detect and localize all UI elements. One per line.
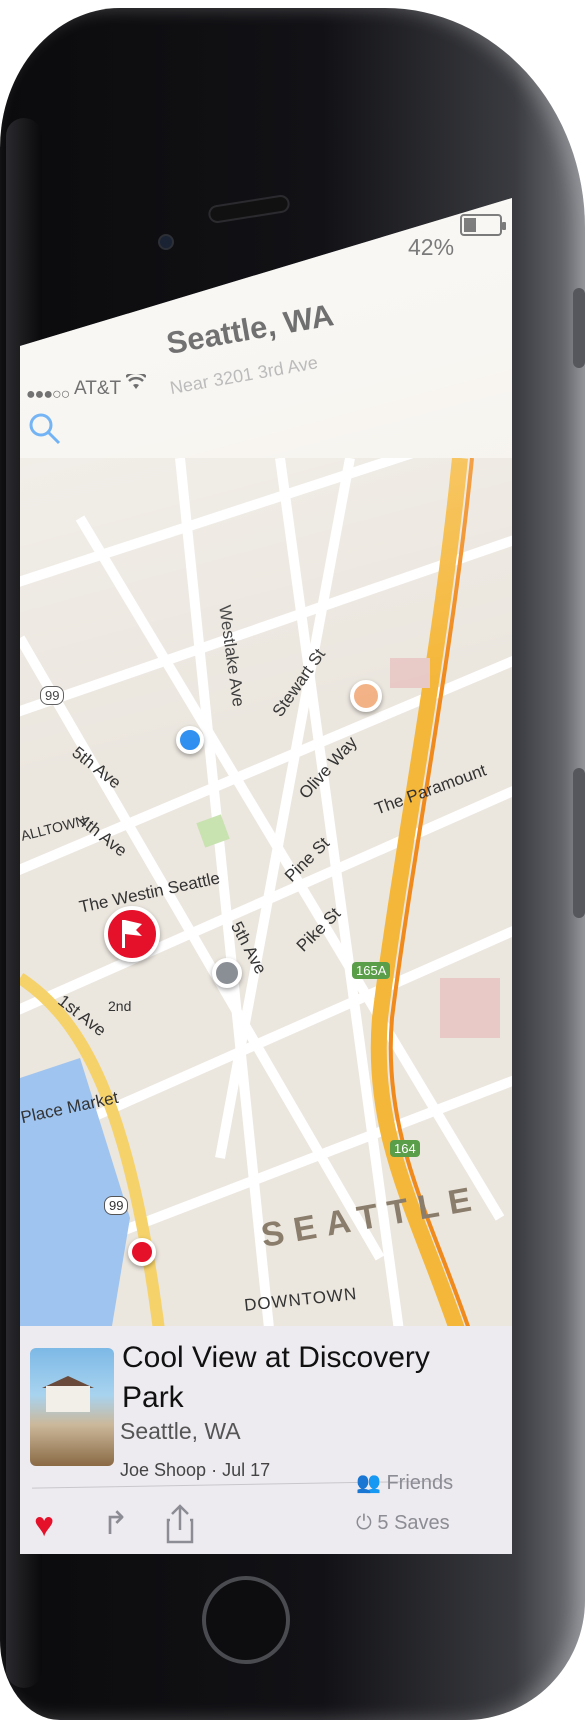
friends-label: Friends	[386, 1472, 454, 1494]
meta-separator: ·	[211, 1460, 218, 1480]
post-date: Jul 17	[222, 1460, 271, 1480]
place-title[interactable]: Cool View at Discovery Park	[122, 1338, 452, 1418]
selected-map-pin[interactable]	[104, 906, 160, 962]
map-pin-blue[interactable]	[176, 726, 204, 754]
earpiece-speaker	[207, 193, 291, 225]
share-button[interactable]	[166, 1504, 194, 1552]
friends-icon: 👥	[356, 1472, 381, 1494]
battery-percentage: 42%	[408, 234, 455, 260]
highway-shield: 99	[104, 1196, 129, 1215]
phone-screen: 42% ●●●○○ AT&T Seattle, WA Near 3201 3rd…	[20, 198, 512, 1554]
repost-button[interactable]: ↱	[102, 1504, 129, 1542]
place-card[interactable]: Cool View at Discovery Park Seattle, WA …	[20, 1326, 512, 1554]
front-camera	[158, 234, 174, 250]
repost-arrow-icon: ↱	[102, 1505, 129, 1541]
place-thumbnail[interactable]	[30, 1348, 114, 1466]
flag-icon	[122, 920, 142, 948]
place-meta: Joe Shoop · Jul 17	[120, 1460, 270, 1481]
friends-indicator[interactable]: 👥 Friends	[356, 1470, 453, 1495]
place-location: Seattle, WA	[120, 1418, 241, 1444]
search-icon	[29, 413, 61, 445]
highway-shield: 99	[40, 686, 65, 705]
saves-icon: ⏻	[356, 1512, 372, 1534]
power-button	[573, 768, 585, 918]
map-pin-red[interactable]	[128, 1238, 156, 1266]
heart-icon: ♥	[34, 1506, 55, 1544]
share-icon	[166, 1504, 194, 1544]
street-label: 2nd	[108, 998, 132, 1014]
wifi-icon	[125, 371, 147, 395]
highway-shield: 165A	[352, 962, 391, 979]
like-button[interactable]: ♥	[34, 1508, 54, 1542]
author-name[interactable]: Joe Shoop	[120, 1460, 206, 1480]
saves-count[interactable]: ⏻ 5 Saves	[356, 1512, 450, 1535]
saves-label: 5 Saves	[377, 1512, 450, 1534]
map-view[interactable]: Westlake Ave Stewart St 5th Ave Olive Wa…	[20, 458, 512, 1338]
map-pin-orange[interactable]	[350, 680, 382, 712]
search-button[interactable]	[28, 412, 62, 446]
map-pin-gray[interactable]	[212, 958, 242, 988]
signal-strength-icon: ●●●○○	[26, 386, 70, 403]
home-button[interactable]	[202, 1576, 290, 1664]
lighthouse-building	[46, 1386, 90, 1412]
highway-shield: 164	[390, 1140, 420, 1157]
phone-frame: 42% ●●●○○ AT&T Seattle, WA Near 3201 3rd…	[0, 8, 585, 1720]
carrier-name: AT&T	[74, 378, 122, 399]
volume-button	[573, 288, 585, 368]
battery-icon	[460, 214, 506, 236]
